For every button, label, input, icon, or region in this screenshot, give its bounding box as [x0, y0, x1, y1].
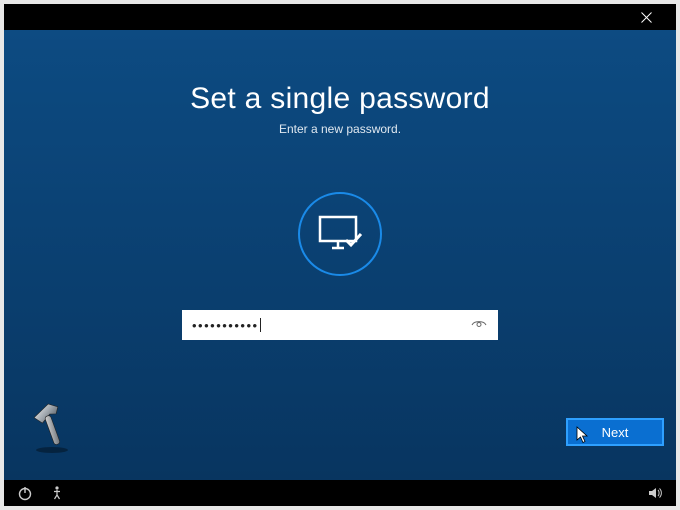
volume-button[interactable]	[646, 484, 664, 502]
feature-icon-circle	[298, 192, 382, 276]
ease-of-access-button[interactable]	[48, 484, 66, 502]
page-subtitle: Enter a new password.	[279, 122, 401, 136]
close-icon	[641, 12, 652, 23]
password-input-wrapper[interactable]: •••••••••••	[182, 310, 498, 340]
text-caret	[260, 318, 261, 332]
page-title: Set a single password	[190, 82, 490, 116]
reveal-password-button[interactable]	[468, 314, 490, 336]
close-button[interactable]	[626, 4, 666, 30]
power-icon	[17, 485, 33, 501]
next-button[interactable]: Next	[566, 418, 664, 446]
hammer-icon	[24, 398, 80, 454]
accessibility-icon	[49, 485, 65, 501]
next-button-label: Next	[602, 425, 629, 440]
bottom-bar	[4, 480, 676, 506]
eye-icon	[471, 319, 487, 331]
password-input[interactable]: •••••••••••	[192, 318, 468, 333]
content-area: Set a single password Enter a new passwo…	[4, 30, 676, 480]
titlebar	[4, 4, 676, 30]
power-button[interactable]	[16, 484, 34, 502]
volume-icon	[647, 485, 663, 501]
password-masked-value: •••••••••••	[192, 318, 259, 333]
monitor-check-icon	[318, 214, 362, 254]
